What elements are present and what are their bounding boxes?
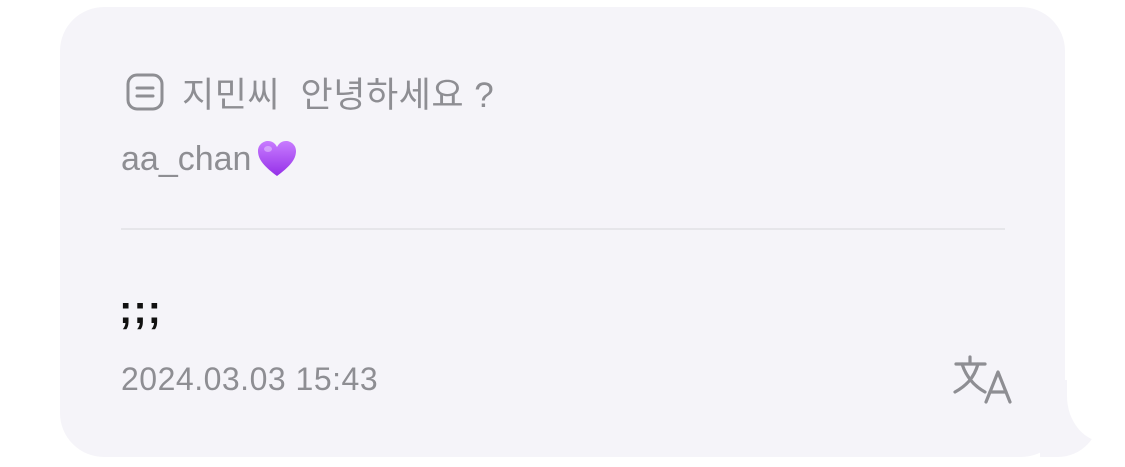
- reply-preview[interactable]: 지민씨 안녕하세요 ?: [125, 70, 494, 115]
- purple-heart-icon: [251, 137, 299, 181]
- translate-icon: [953, 355, 1012, 404]
- translate-button[interactable]: [952, 354, 1016, 406]
- reply-sender: aa_chan: [121, 134, 299, 184]
- message-timestamp: 2024.03.03 15:43: [121, 361, 379, 397]
- message-text: ;;;: [119, 288, 162, 332]
- reply-divider: [121, 228, 1005, 230]
- reply-sender-name: aa_chan: [121, 139, 252, 178]
- reply-text: 지민씨 안녕하세요 ?: [182, 75, 495, 115]
- quote-reply-icon: [125, 72, 165, 112]
